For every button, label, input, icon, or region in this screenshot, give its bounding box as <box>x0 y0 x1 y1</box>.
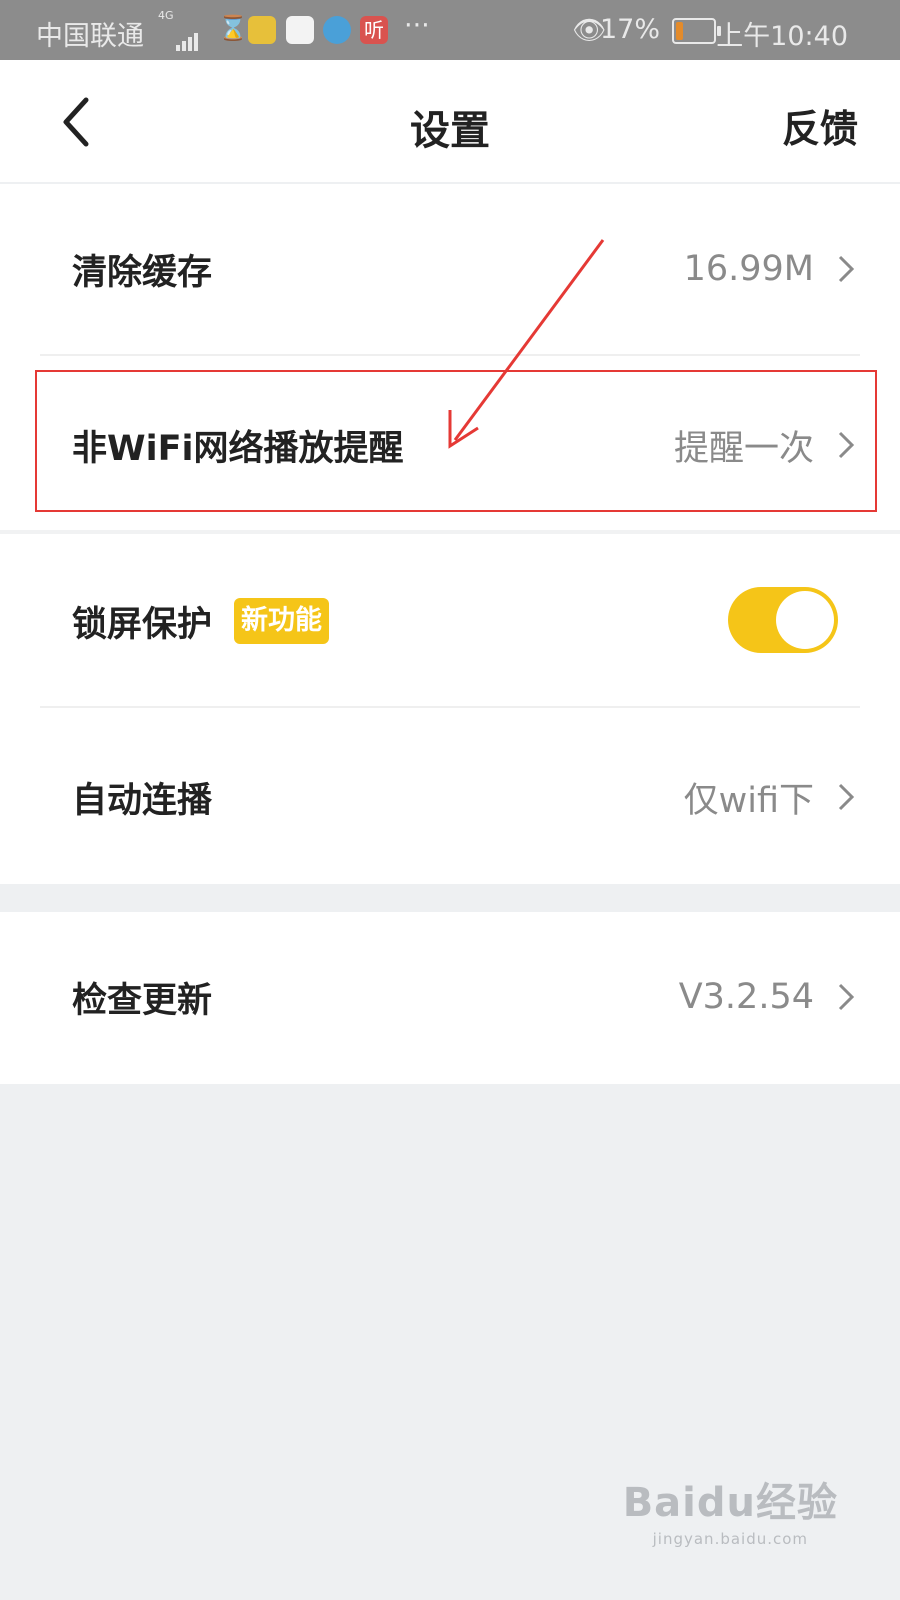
divider <box>40 354 860 356</box>
clear-cache-label: 清除缓存 <box>72 252 213 293</box>
watermark-brand: Baidu经验 <box>622 1480 838 1526</box>
check-update-label: 检查更新 <box>72 980 213 1021</box>
status-bar: 中国联通 4G ⌛ 听 ··· 👁 17% 上午10:40 <box>0 0 900 60</box>
toggle-knob <box>776 591 834 649</box>
update-card: 检查更新 V3.2.54 <box>0 912 900 1084</box>
lock-screen-label-group: 锁屏保护 新功能 <box>72 536 330 706</box>
autoplay-value: 仅wifi下 <box>683 780 814 821</box>
baidu-watermark: Baidu经验 jingyan.baidu.com <box>623 1470 838 1548</box>
check-update-row[interactable]: 检查更新 V3.2.54 <box>0 912 900 1082</box>
lock-screen-label: 锁屏保护 <box>72 604 213 645</box>
clock: 上午10:40 <box>716 21 848 52</box>
app-header: 设置 反馈 <box>0 60 900 182</box>
browser-notification-icon <box>323 16 351 44</box>
chevron-right-icon <box>838 255 855 283</box>
autoplay-label: 自动连播 <box>72 780 213 821</box>
lock-screen-toggle[interactable] <box>728 587 838 653</box>
carrier-label: 中国联通 <box>36 21 144 52</box>
more-notifications-icon: ··· <box>404 10 430 41</box>
listen-app-icon: 听 <box>360 16 388 44</box>
cache-size-value: 16.99M <box>683 249 814 289</box>
feedback-button[interactable]: 反馈 <box>782 98 858 153</box>
battery-icon <box>672 18 721 44</box>
lock-screen-row: 锁屏保护 新功能 <box>0 536 900 706</box>
chevron-right-icon <box>838 783 855 811</box>
version-value: V3.2.54 <box>678 977 814 1017</box>
clear-cache-row[interactable]: 清除缓存 16.99M <box>0 184 900 354</box>
divider <box>0 530 900 534</box>
network-type-label: 4G <box>158 9 174 22</box>
divider <box>40 706 860 708</box>
autoplay-row[interactable]: 自动连播 仅wifi下 <box>0 712 900 882</box>
settings-card: 清除缓存 16.99M 非WiFi网络播放提醒 提醒一次 锁屏保护 新功能 自动… <box>0 184 900 884</box>
app-notification-icon <box>286 16 314 44</box>
battery-percent: 17% <box>600 14 661 45</box>
signal-icon <box>176 20 200 51</box>
hourglass-icon: ⌛ <box>218 14 248 42</box>
page-title: 设置 <box>410 108 490 154</box>
chevron-right-icon <box>838 983 855 1011</box>
app-notification-icon <box>248 16 276 44</box>
highlight-box <box>35 370 877 512</box>
new-feature-badge: 新功能 <box>234 598 330 644</box>
watermark-url: jingyan.baidu.com <box>652 1530 809 1548</box>
